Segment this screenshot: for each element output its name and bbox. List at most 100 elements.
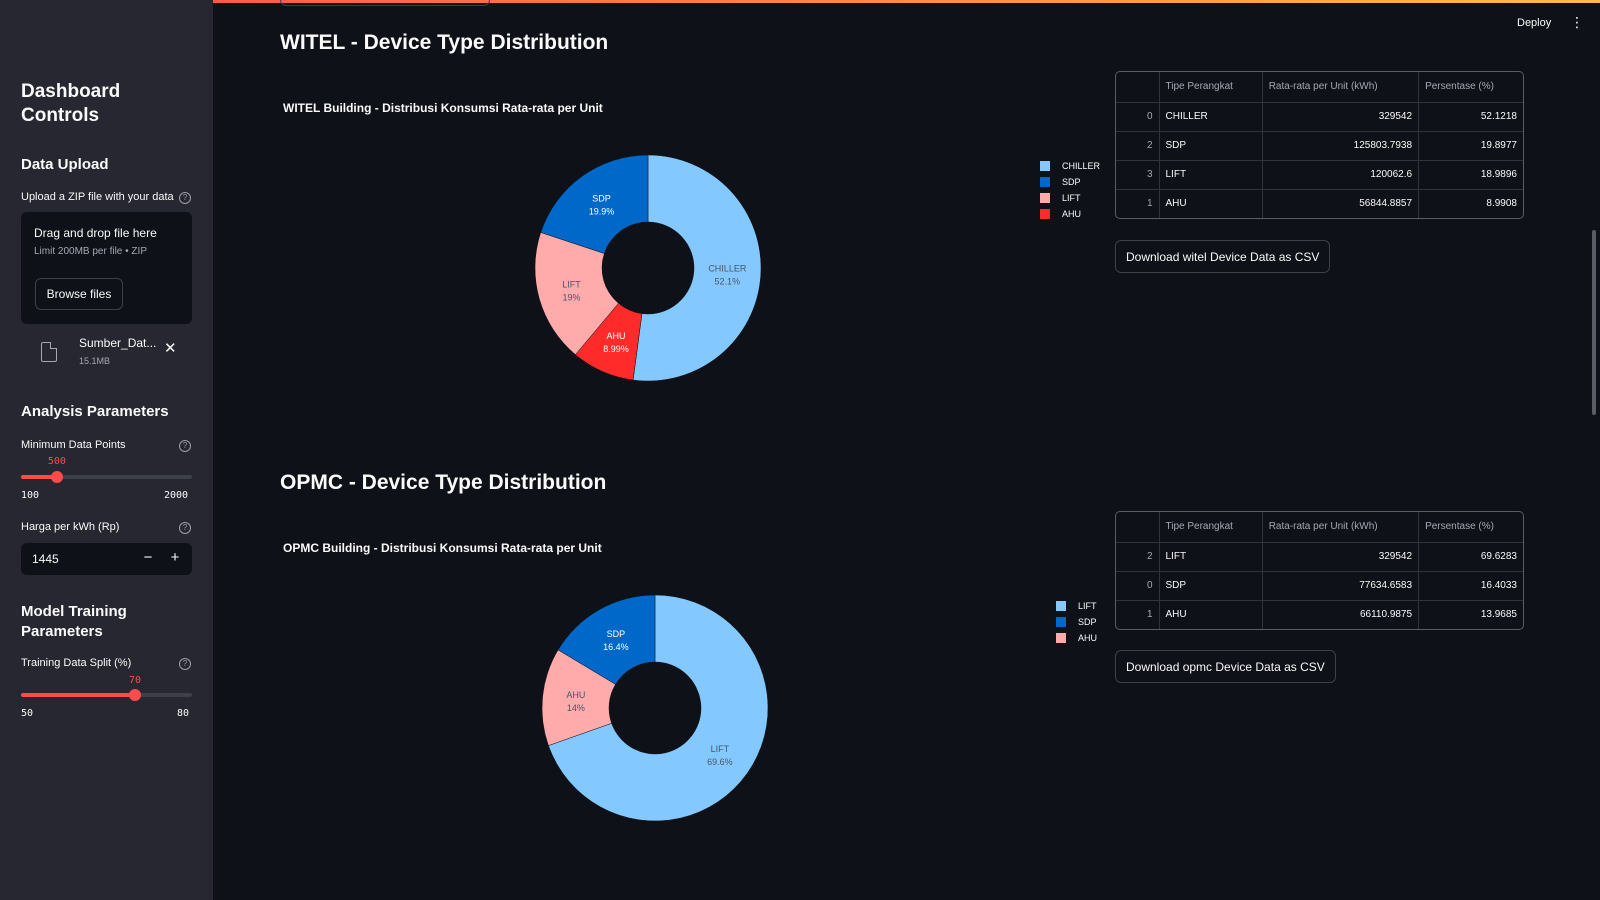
legend-item-chiller[interactable]: CHILLER (1040, 158, 1100, 174)
upload-help-icon[interactable]: ? (179, 192, 191, 204)
page-scrollbar[interactable] (1592, 230, 1596, 415)
table-cell: LIFT (1159, 160, 1263, 190)
top-decoration-bar (0, 0, 1600, 3)
pie-slice-label: AHU (606, 331, 625, 341)
split-help-icon[interactable]: ? (179, 658, 191, 670)
price-help-icon[interactable]: ? (179, 522, 191, 534)
opmc-legend: LIFT SDP AHU (1056, 598, 1097, 646)
legend-swatch (1056, 617, 1066, 627)
min-points-max: 2000 (164, 490, 189, 501)
download-opmc-csv-button[interactable]: Download opmc Device Data as CSV (1115, 650, 1336, 683)
browse-files-button[interactable]: Browse files (35, 278, 123, 310)
table-header-cell[interactable]: Tipe Perangkat (1159, 72, 1263, 103)
min-points-label: Minimum Data Points (21, 439, 126, 451)
opmc-chart-title: OPMC Building - Distribusi Konsumsi Rata… (283, 541, 602, 555)
data-upload-heading: Data Upload (21, 156, 109, 173)
price-decrement-button[interactable]: − (138, 549, 158, 566)
witel-section-title: WITEL - Device Type Distribution (280, 31, 609, 54)
table-cell: 66110.9875 (1262, 600, 1420, 629)
price-label: Harga per kWh (Rp) (21, 521, 120, 533)
table-cell: 18.9896 (1418, 160, 1523, 190)
upload-label: Upload a ZIP file with your data (21, 191, 174, 203)
training-heading: Model Training Parameters (21, 603, 127, 640)
file-name: Sumber_Dat... (79, 336, 157, 350)
legend-swatch (1040, 209, 1050, 219)
price-number-input[interactable]: 1445 − + (21, 543, 192, 575)
deploy-button[interactable]: Deploy (1517, 17, 1551, 29)
table-cell: LIFT (1159, 542, 1263, 572)
table-cell: 329542 (1262, 542, 1420, 572)
file-dropzone[interactable]: Drag and drop file here Limit 200MB per … (21, 212, 192, 324)
legend-item-sdp[interactable]: SDP (1040, 174, 1100, 190)
table-row: 0 CHILLER 329542 52.1218 (1116, 102, 1523, 132)
pie-slice-label: 69.6% (707, 757, 733, 767)
table-header-cell[interactable]: Tipe Perangkat (1159, 512, 1263, 543)
split-min: 50 (21, 708, 34, 719)
witel-pie-chart: CHILLER 52.1% AHU 8.99% LIFT 19% SDP 19.9% (534, 154, 762, 382)
pie-slice-label: 16.4% (603, 642, 629, 652)
legend-label: SDP (1078, 617, 1097, 627)
file-icon (41, 342, 57, 362)
split-track[interactable] (21, 689, 192, 701)
table-header-cell[interactable]: Rata-rata per Unit (kWh) (1262, 512, 1420, 543)
legend-label: AHU (1078, 633, 1098, 643)
legend-item-ahu[interactable]: AHU (1056, 630, 1097, 646)
opmc-pie-chart: LIFT 69.6% AHU 14% SDP 16.4% (541, 594, 769, 822)
table-header-cell[interactable]: Persentase (%) (1418, 72, 1523, 103)
table-row: 3 LIFT 120062.6 18.9896 (1116, 160, 1523, 190)
table-cell: 125803.7938 (1262, 131, 1420, 161)
download-witel-csv-button[interactable]: Download witel Device Data as CSV (1115, 240, 1331, 273)
sidebar: Dashboard Controls Data Upload Upload a … (0, 0, 213, 900)
table-row: 0 SDP 77634.6583 16.4033 (1116, 571, 1523, 601)
table-cell: 2 (1116, 542, 1160, 572)
table-cell: CHILLER (1159, 102, 1263, 132)
pie-slice-label: CHILLER (708, 263, 747, 273)
witel-data-table: Tipe Perangkat Rata-rata per Unit (kWh) Pe… (1115, 71, 1524, 219)
table-cell: 13.9685 (1480, 609, 1517, 621)
table-header-cell[interactable] (1116, 512, 1160, 543)
main-menu-icon[interactable]: ⋮ (1570, 14, 1584, 31)
table-cell: 0 (1116, 102, 1160, 132)
legend-swatch (1040, 177, 1050, 187)
split-fill (21, 693, 136, 697)
table-header-cell[interactable]: Rata-rata per Unit (kWh) (1262, 72, 1420, 103)
opmc-data-table: Tipe Perangkat Rata-rata per Unit (kWh) Pe… (1115, 511, 1524, 630)
witel-legend: CHILLER SDP LIFT AHU (1040, 158, 1100, 222)
price-value[interactable]: 1445 (32, 552, 59, 566)
min-points-min: 100 (21, 490, 40, 501)
legend-item-ahu[interactable]: AHU (1040, 206, 1100, 222)
split-thumb[interactable] (129, 689, 142, 701)
price-increment-button[interactable]: + (165, 549, 185, 566)
table-cell: 69.6283 (1418, 542, 1523, 572)
split-value: 70 (129, 675, 142, 686)
legend-item-lift[interactable]: LIFT (1040, 190, 1100, 206)
legend-item-sdp[interactable]: SDP (1056, 614, 1097, 630)
table-cell: 1 (1116, 189, 1160, 218)
remove-file-close-icon[interactable]: ✕ (164, 339, 177, 357)
table-cell: 120062.6 (1262, 160, 1420, 190)
top-container-edge (280, 0, 490, 6)
table-header-cell[interactable]: Persentase (%) (1418, 512, 1523, 543)
legend-label: LIFT (1062, 193, 1081, 203)
min-points-help-icon[interactable]: ? (179, 440, 191, 452)
pie-slice-label: 52.1% (715, 276, 741, 286)
table-cell: 19.8977 (1418, 131, 1523, 161)
pie-slice-label: 19.9% (589, 207, 615, 217)
legend-item-lift[interactable]: LIFT (1056, 598, 1097, 614)
min-points-value: 500 (47, 456, 66, 467)
table-row: 1 AHU 56844.8857 8.9908 (1116, 189, 1523, 218)
min-points-thumb[interactable] (50, 471, 63, 483)
split-max: 80 (177, 708, 190, 719)
legend-label: CHILLER (1062, 161, 1101, 171)
pie-slice-label: AHU (566, 690, 585, 700)
table-cell: 8.9908 (1486, 198, 1517, 210)
min-points-track[interactable] (21, 471, 192, 483)
table-cell: AHU (1159, 189, 1263, 218)
table-header-cell[interactable] (1116, 72, 1160, 103)
sidebar-title: Dashboard Controls (21, 81, 121, 126)
table-cell: 56844.8857 (1262, 189, 1420, 218)
pie-slice-label: SDP (592, 194, 611, 204)
pie-slice-label: SDP (607, 629, 626, 639)
dropzone-title: Drag and drop file here (34, 226, 157, 240)
table-cell: 2 (1116, 131, 1160, 161)
